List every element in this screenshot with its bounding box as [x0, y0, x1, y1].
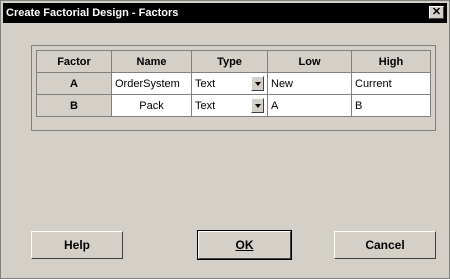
low-cell[interactable]: New — [267, 72, 352, 95]
help-button[interactable]: Help — [31, 231, 123, 259]
factor-cell: A — [36, 72, 112, 95]
close-icon: ✕ — [431, 6, 442, 18]
type-value: Text — [195, 77, 216, 90]
type-dropdown-button[interactable] — [251, 98, 264, 113]
title-bar[interactable]: Create Factorial Design - Factors ✕ — [3, 3, 447, 23]
name-cell[interactable]: Pack — [111, 94, 192, 117]
chevron-down-icon — [254, 81, 261, 86]
ok-button[interactable]: OK — [197, 230, 292, 260]
close-button[interactable]: ✕ — [429, 6, 444, 19]
col-header-name: Name — [111, 50, 192, 73]
header-row: Factor Name Type Low High — [36, 50, 431, 73]
cancel-button-label: Cancel — [365, 238, 405, 252]
col-header-high: High — [351, 50, 431, 73]
col-header-factor: Factor — [36, 50, 112, 73]
ok-button-label: OK — [235, 238, 254, 252]
low-cell[interactable]: A — [267, 94, 352, 117]
factor-cell: B — [36, 94, 112, 117]
help-button-label: Help — [63, 238, 90, 252]
table-row: B Pack Text A B — [36, 94, 431, 117]
chevron-down-icon — [254, 103, 261, 108]
window-title: Create Factorial Design - Factors — [6, 7, 179, 19]
type-dropdown-button[interactable] — [251, 76, 264, 91]
type-cell[interactable]: Text — [191, 94, 268, 117]
factors-grid-frame: Factor Name Type Low High A OrderSystem … — [31, 45, 436, 131]
high-cell[interactable]: B — [351, 94, 431, 117]
factors-dialog: Create Factorial Design - Factors ✕ Fact… — [0, 0, 450, 279]
cancel-button[interactable]: Cancel — [334, 231, 436, 259]
col-header-type: Type — [191, 50, 268, 73]
name-cell[interactable]: OrderSystem — [111, 72, 192, 95]
type-cell[interactable]: Text — [191, 72, 268, 95]
table-row: A OrderSystem Text New Current — [36, 72, 431, 95]
factors-grid: Factor Name Type Low High A OrderSystem … — [36, 50, 431, 117]
col-header-low: Low — [267, 50, 352, 73]
high-cell[interactable]: Current — [351, 72, 431, 95]
type-value: Text — [195, 99, 216, 112]
